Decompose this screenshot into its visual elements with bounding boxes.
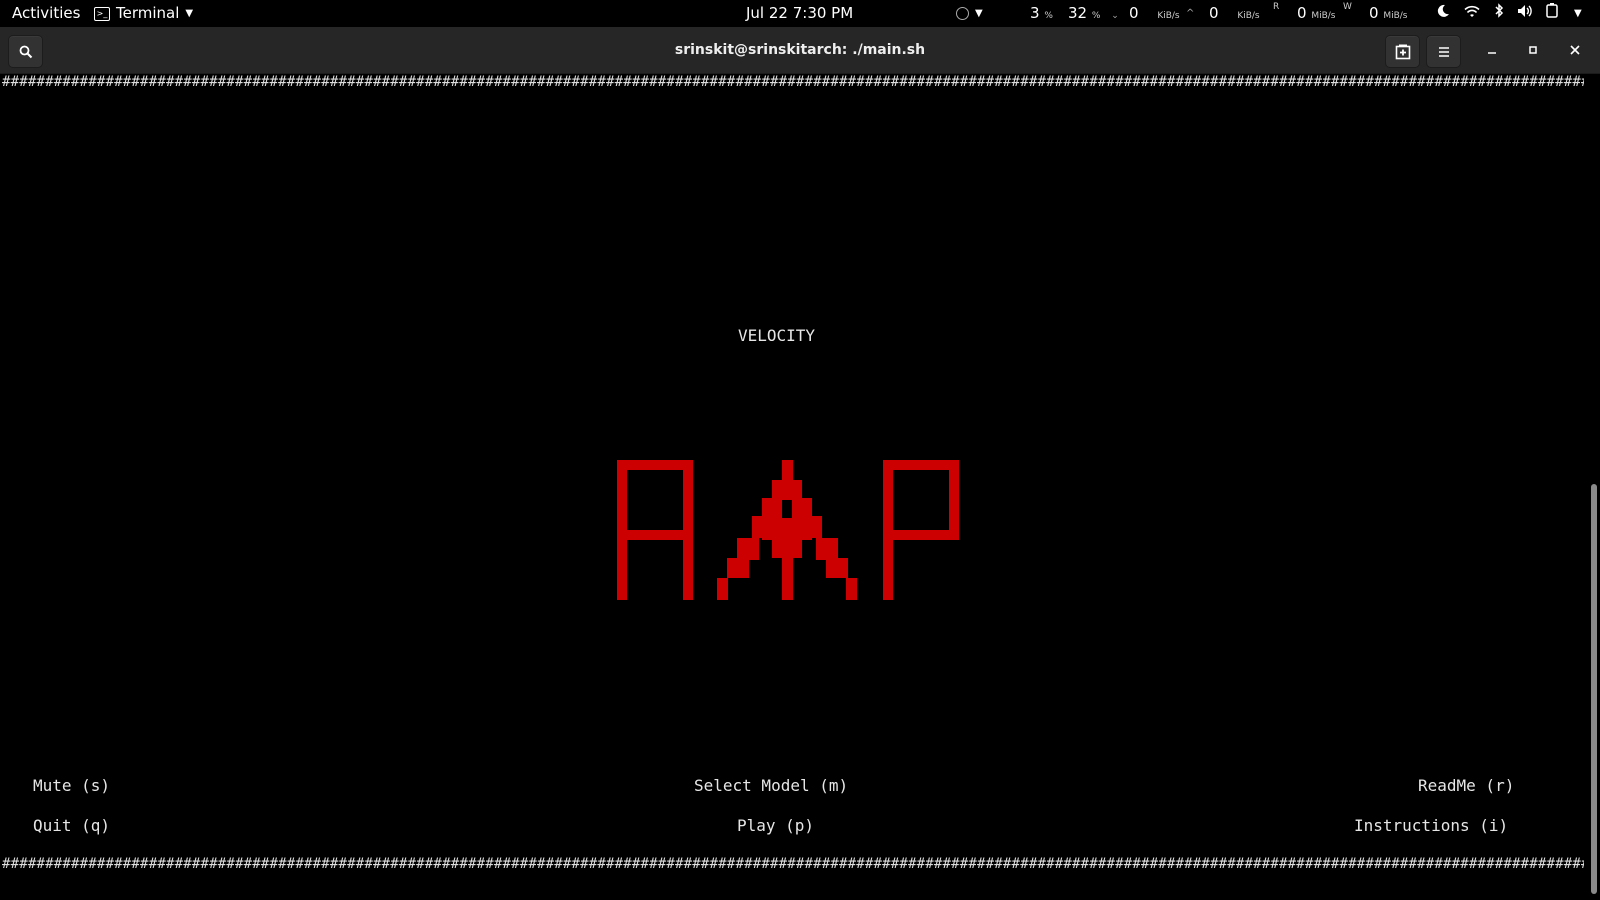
- mute-option[interactable]: Mute (s): [33, 776, 110, 796]
- battery-icon[interactable]: [1546, 0, 1558, 27]
- disk-read: 0 MiB/s: [1297, 4, 1336, 22]
- activities-button[interactable]: Activities: [12, 0, 80, 27]
- new-tab-button[interactable]: [1385, 35, 1420, 68]
- clock[interactable]: Jul 22 7:30 PM: [746, 0, 853, 27]
- new-tab-icon: [1395, 44, 1410, 59]
- system-top-bar: Activities >_ Terminal ▼ Jul 22 7:30 PM …: [0, 0, 1600, 27]
- minimize-button[interactable]: [1482, 40, 1502, 60]
- bluetooth-icon[interactable]: [1494, 0, 1504, 27]
- disk-write: 0 MiB/s: [1369, 4, 1408, 22]
- cpu-usage: 3 %: [1030, 4, 1053, 22]
- terminal-icon: >_: [94, 6, 110, 21]
- chevron-up-icon: ^: [1186, 8, 1195, 19]
- window-title: srinskit@srinskitarch: ./main.sh: [674, 42, 926, 58]
- status-circle-menu[interactable]: ▼: [956, 0, 983, 27]
- chevron-down-icon: ▼: [975, 8, 983, 19]
- volume-icon[interactable]: [1517, 0, 1533, 27]
- bottom-border: ########################################…: [2, 856, 1584, 872]
- minimize-icon: [1488, 52, 1496, 54]
- net-download: 0 KiB/s: [1129, 4, 1180, 22]
- maximize-icon: [1529, 46, 1537, 54]
- maximize-button[interactable]: [1523, 40, 1543, 60]
- memory-usage: 32 % ⌄: [1068, 4, 1119, 22]
- top-border: ########################################…: [2, 74, 1584, 90]
- readme-option[interactable]: ReadMe (r): [1418, 776, 1514, 796]
- terminal-viewport[interactable]: ########################################…: [0, 74, 1586, 900]
- terminal-scrollbar[interactable]: [1591, 484, 1597, 894]
- circle-icon: [956, 7, 969, 20]
- wifi-icon[interactable]: [1464, 0, 1480, 27]
- select-model-option[interactable]: Select Model (m): [694, 776, 848, 796]
- rap-logo: [617, 460, 959, 600]
- app-menu-label: Terminal: [116, 4, 180, 22]
- net-upload: 0 KiB/s: [1209, 4, 1260, 22]
- logo-letter-r: [617, 460, 693, 600]
- quit-option[interactable]: Quit (q): [33, 816, 110, 836]
- chevron-down-icon: ▼: [185, 8, 194, 19]
- logo-rocket-a: [717, 460, 857, 600]
- chevron-down-icon: ⌄: [1111, 11, 1119, 21]
- close-icon: [1570, 45, 1580, 55]
- game-title: VELOCITY: [738, 326, 816, 345]
- chevron-down-icon[interactable]: ▼: [1574, 0, 1582, 27]
- night-light-icon[interactable]: [1436, 0, 1450, 27]
- app-menu-terminal[interactable]: >_ Terminal ▼: [94, 0, 193, 27]
- terminal-header-bar: srinskit@srinskitarch: ./main.sh: [0, 27, 1600, 74]
- menu-button[interactable]: [1426, 35, 1461, 68]
- play-option[interactable]: Play (p): [737, 816, 814, 836]
- logo-letter-p: [883, 460, 959, 600]
- hamburger-menu-icon: [1438, 46, 1449, 57]
- instructions-option[interactable]: Instructions (i): [1354, 816, 1508, 836]
- close-button[interactable]: [1565, 40, 1585, 60]
